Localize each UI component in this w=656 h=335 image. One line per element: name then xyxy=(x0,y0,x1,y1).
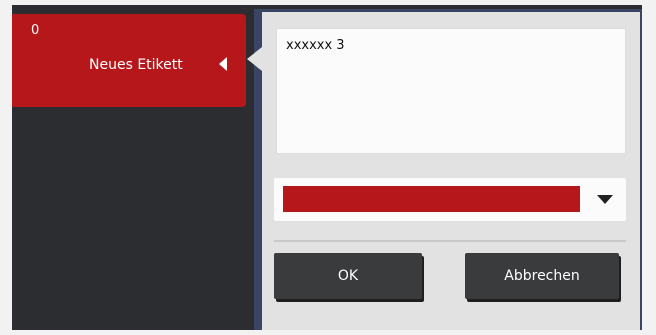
color-dropdown[interactable] xyxy=(274,178,626,221)
ok-button[interactable]: OK xyxy=(274,253,422,299)
window-frame-left xyxy=(0,0,12,335)
window-frame-top xyxy=(0,0,656,5)
label-count: 0 xyxy=(31,23,40,38)
caret-left-icon[interactable] xyxy=(219,57,227,71)
caret-down-icon[interactable] xyxy=(597,195,613,204)
dialog-pointer xyxy=(247,47,262,71)
cancel-button[interactable]: Abbrechen xyxy=(465,253,619,299)
label-card[interactable]: 0 Neues Etikett xyxy=(12,14,246,107)
selected-color-swatch xyxy=(283,186,580,212)
window-frame-right xyxy=(642,0,656,335)
label-name: Neues Etikett xyxy=(89,57,183,73)
label-edit-dialog: xxxxxx 3 OK Abbrechen xyxy=(262,12,640,330)
label-text-input[interactable]: xxxxxx 3 xyxy=(276,28,626,154)
window-frame-bottom xyxy=(0,330,656,335)
divider xyxy=(274,240,626,242)
